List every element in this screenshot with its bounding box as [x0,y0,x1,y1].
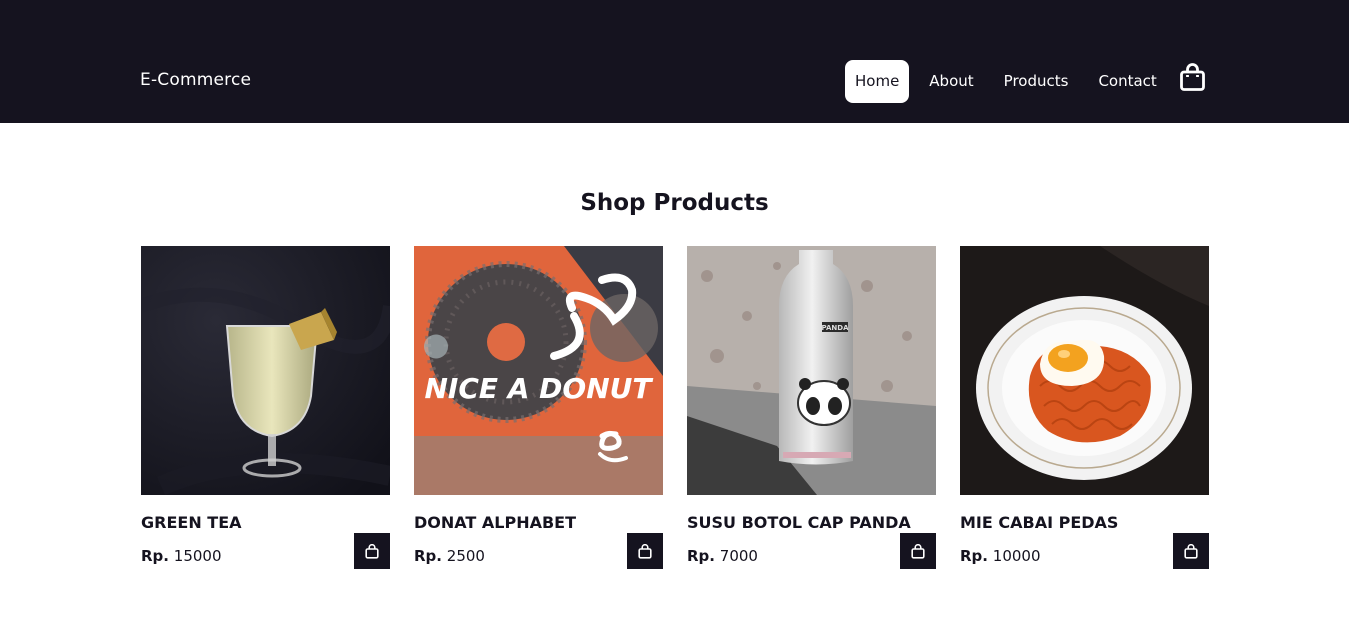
product-price: Rp. 7000 [687,547,758,565]
product-name[interactable]: SUSU BOTOL CAP PANDA [687,513,911,532]
product-image-green-tea[interactable] [141,246,390,495]
add-to-cart-button[interactable] [627,533,663,569]
product-price: Rp. 10000 [960,547,1041,565]
price-value: 7000 [719,547,758,565]
currency-prefix: Rp. [687,547,715,565]
product-card: PANDA SUSU BOTOL CAP PANDA Rp. 7000 [687,246,936,569]
price-value: 10000 [992,547,1041,565]
product-image-mie-cabai-pedas[interactable] [960,246,1209,495]
product-name[interactable]: DONAT ALPHABET [414,513,576,532]
bottle-label-text: PANDA [822,324,850,332]
product-price: Rp. 2500 [414,547,485,565]
currency-prefix: Rp. [141,547,169,565]
currency-prefix: Rp. [414,547,442,565]
shopping-bag-icon [638,543,652,559]
currency-prefix: Rp. [960,547,988,565]
product-name[interactable]: GREEN TEA [141,513,242,532]
section-title: Shop Products [580,190,769,216]
navbar: E-Commerce Home About Products Contact [0,0,1349,123]
price-value: 2500 [446,547,485,565]
product-image-susu-botol-cap-panda[interactable]: PANDA [687,246,936,495]
product-image-donat-alphabet[interactable]: NICE A DONUT [414,246,663,495]
price-value: 15000 [173,547,222,565]
shopping-bag-icon [911,543,925,559]
add-to-cart-button[interactable] [354,533,390,569]
product-card: MIE CABAI PEDAS Rp. 10000 [960,246,1209,569]
nav-contact-link[interactable]: Contact [1088,60,1166,103]
nav-about-link[interactable]: About [919,60,983,103]
product-card: NICE A DONUT DONAT ALPHABET Rp. 2500 [414,246,663,569]
add-to-cart-button[interactable] [1173,533,1209,569]
product-price: Rp. 15000 [141,547,222,565]
product-card: GREEN TEA Rp. 15000 [141,246,390,569]
shopping-bag-icon [365,543,379,559]
donut-image-text: NICE A DONUT [424,372,653,405]
shopping-bag-icon[interactable] [1180,63,1205,91]
product-name[interactable]: MIE CABAI PEDAS [960,513,1118,532]
nav-home-link[interactable]: Home [845,60,910,103]
shopping-bag-icon [1184,543,1198,559]
main-nav: Home About Products Contact [845,60,1177,103]
brand-logo-text[interactable]: E-Commerce [140,70,251,90]
add-to-cart-button[interactable] [900,533,936,569]
nav-products-link[interactable]: Products [994,60,1079,103]
